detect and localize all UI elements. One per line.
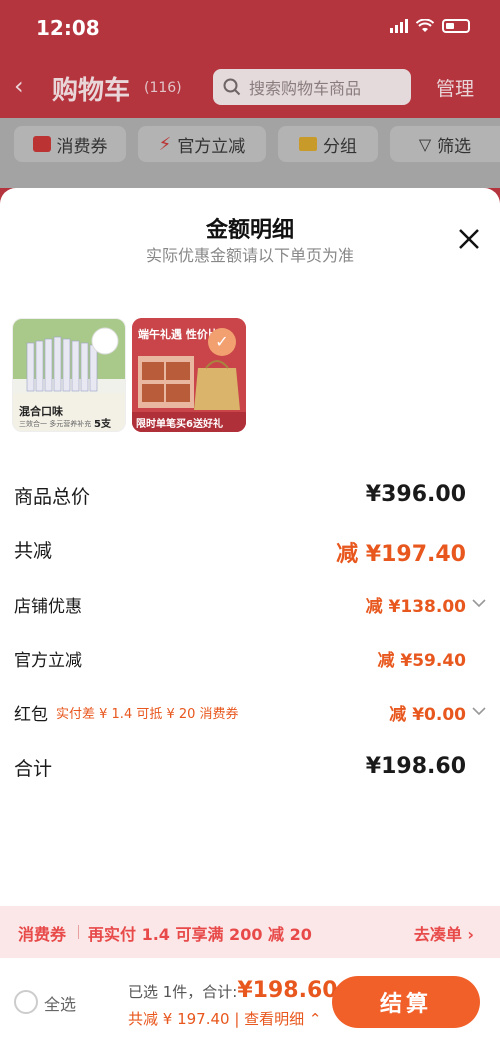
filter-label: 分组: [323, 136, 357, 157]
product-subtitle: 三效合一 多元营养补充: [19, 420, 92, 428]
selected-check-icon: ✓: [208, 328, 236, 356]
row-total-discount: 共减 减 ¥197.40: [14, 536, 486, 567]
row-value: 减 ¥0.00: [389, 705, 466, 725]
row-value: ¥198.60: [365, 754, 466, 779]
row-official-discount: 官方立减 减 ¥59.40: [14, 646, 486, 674]
row-total-price: 商品总价 ¥396.00: [14, 482, 486, 512]
sheet-title: 金额明细: [205, 218, 294, 243]
filter-label: 官方立减: [177, 136, 246, 157]
row-value: 减 ¥59.40: [377, 651, 466, 671]
checkout-button[interactable]: 结算: [332, 976, 480, 1028]
cart-count: (116): [144, 80, 182, 96]
filter-official-discount[interactable]: ⚡ 官方立减: [138, 126, 266, 162]
row-red-packet[interactable]: 红包 实付差 ¥ 1.4 可抵 ¥ 20 消费券 减 ¥0.00: [14, 700, 486, 728]
select-all-label[interactable]: 全选: [44, 991, 76, 1015]
status-time: 12:08: [36, 16, 100, 40]
sheet-subtitle: 实际优惠金额请以下单页为准: [145, 246, 354, 265]
coupon-text: 再实付 1.4 可享满 200 减 20: [88, 925, 312, 944]
product-thumbnail[interactable]: 端午礼遇 性价比 限时单笔买6送好礼 ✓: [132, 318, 246, 432]
product-thumbnail[interactable]: 混合口味 三效合一 多元营养补充 5支: [12, 318, 126, 432]
product-name: 混合口味: [19, 405, 63, 418]
filter-bar: 消费券 ⚡ 官方立减 分组 ▽ 筛选: [0, 118, 500, 188]
product-banner: 端午礼遇 性价比: [138, 328, 219, 341]
cart-navbar: ‹ 购物车 (116) 搜索购物车商品 管理: [0, 64, 500, 112]
red-packet-note: 实付差 ¥ 1.4 可抵 ¥ 20 消费券: [56, 707, 239, 722]
row-value: 减 ¥138.00: [365, 597, 466, 617]
filter-label: 消费券: [56, 136, 108, 157]
signal-icon: [390, 19, 408, 33]
manage-button[interactable]: 管理: [436, 74, 474, 101]
total-amount: ¥198.60: [237, 978, 338, 1003]
search-icon: [223, 78, 241, 96]
coupon-tag: 消费券: [18, 925, 67, 944]
wifi-icon: [416, 19, 434, 32]
divider: [78, 925, 79, 939]
view-details-link[interactable]: 共减 ¥ 197.40 | 查看明细 ⌃: [128, 1008, 322, 1029]
filter-screen[interactable]: ▽ 筛选: [390, 126, 500, 162]
lightning-icon: ⚡: [158, 133, 172, 155]
coupon-icon: [32, 136, 51, 152]
page-title: 购物车: [52, 76, 131, 106]
filter-group[interactable]: 分组: [278, 126, 378, 162]
row-label: 官方立减: [14, 651, 82, 671]
product-promo: 限时单笔买6送好礼: [136, 419, 223, 430]
filter-label: 筛选: [437, 136, 472, 157]
row-label: 店铺优惠: [14, 597, 82, 617]
status-icons: [390, 19, 470, 33]
battery-icon: [442, 19, 470, 33]
select-all-radio[interactable]: [14, 990, 38, 1014]
chevron-down-icon[interactable]: [472, 598, 486, 608]
row-grand-total: 合计 ¥198.60: [14, 754, 486, 784]
add-items-link[interactable]: 去凑单 ›: [414, 921, 474, 945]
checkout-bar: 全选 已选 1件，合计:¥198.60 共减 ¥ 197.40 | 查看明细 ⌃…: [0, 958, 500, 1038]
row-value: ¥396.00: [365, 482, 466, 507]
search-input[interactable]: 搜索购物车商品: [213, 69, 411, 105]
search-placeholder: 搜索购物车商品: [249, 79, 362, 98]
selected-count: 已选 1件，合计:: [128, 983, 238, 1001]
selected-summary: 已选 1件，合计:¥198.60: [128, 978, 338, 1003]
product-qty: 5支: [94, 419, 111, 430]
row-label: 红包: [14, 705, 48, 725]
row-label: 商品总价: [14, 486, 91, 508]
back-icon[interactable]: ‹: [14, 72, 24, 100]
filter-icon: ▽: [418, 134, 432, 154]
coupon-tip-bar[interactable]: 消费券 再实付 1.4 可享满 200 减 20 去凑单 ›: [0, 906, 500, 958]
row-label: 合计: [14, 758, 53, 780]
filter-coupon[interactable]: 消费券: [14, 126, 126, 162]
chevron-down-icon[interactable]: [472, 706, 486, 716]
row-store-discount[interactable]: 店铺优惠 减 ¥138.00: [14, 592, 486, 620]
row-value: 减 ¥197.40: [336, 542, 466, 567]
row-label: 共减: [14, 540, 53, 562]
close-icon[interactable]: [456, 226, 482, 252]
folder-icon: [299, 137, 317, 151]
status-bar: 12:08: [0, 0, 500, 58]
